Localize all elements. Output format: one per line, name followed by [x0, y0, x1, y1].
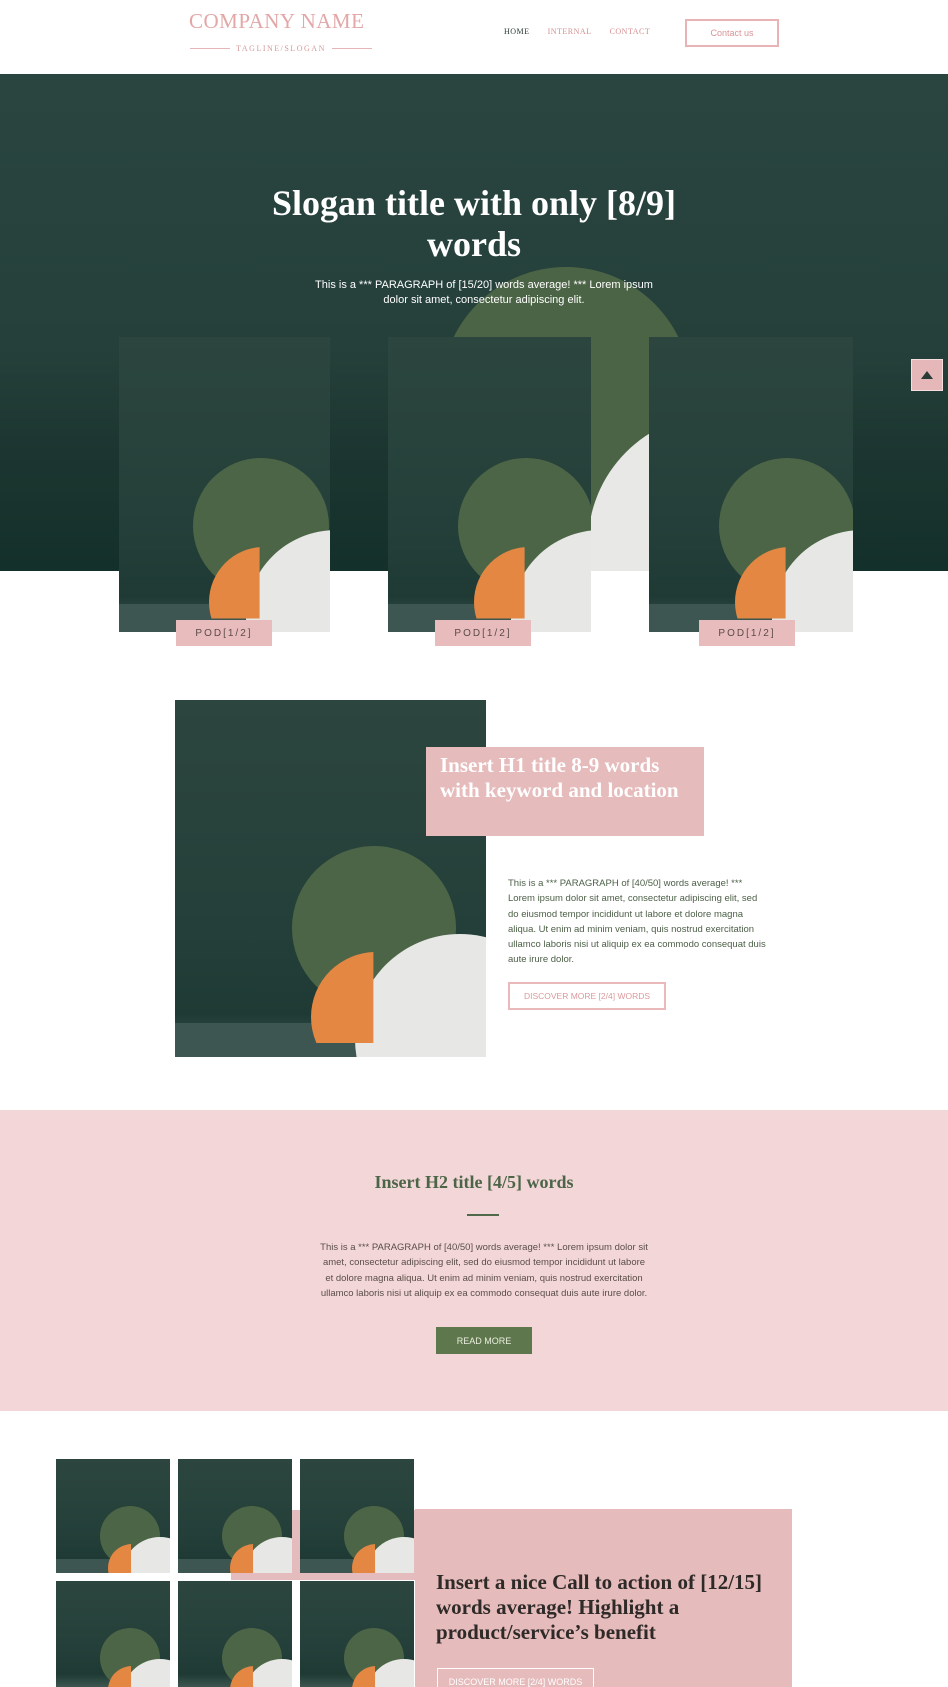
cta-discover-button[interactable]: DISCOVER MORE [2/4] WORDS: [437, 1668, 594, 1687]
hero-paragraph: This is a *** PARAGRAPH of [15/20] words…: [315, 279, 653, 306]
gallery-image-4[interactable]: [56, 1581, 170, 1687]
product-label-3[interactable]: POD[1/2]: [699, 620, 795, 646]
contact-us-button[interactable]: Contact us: [685, 19, 779, 47]
band-title: Insert H2 title [4/5] words: [374, 1172, 574, 1192]
nav-internal[interactable]: INTERNAL: [548, 27, 592, 36]
gallery-image-3[interactable]: [300, 1459, 414, 1573]
main-nav: HOME INTERNAL CONTACT: [504, 27, 650, 36]
tagline-divider: [331, 48, 372, 49]
band-divider: [467, 1214, 499, 1216]
arrow-up-icon: [921, 371, 933, 379]
hero-title: Slogan title with only [8/9] words: [271, 183, 676, 264]
tagline: TAGLINE/SLOGAN: [236, 44, 326, 53]
product-image-1[interactable]: [119, 337, 330, 632]
feature-title: Insert H1 title 8-9 words with keyword a…: [440, 753, 679, 802]
nav-contact[interactable]: CONTACT: [610, 27, 651, 36]
tagline-divider: [190, 48, 231, 49]
gallery-image-1[interactable]: [56, 1459, 170, 1573]
tagline-row: TAGLINE/SLOGAN: [190, 44, 372, 53]
gallery-image-5[interactable]: [178, 1581, 292, 1687]
product-label-2[interactable]: POD[1/2]: [435, 620, 531, 646]
company-name[interactable]: COMPANY NAME: [189, 9, 364, 34]
band-paragraph: This is a *** PARAGRAPH of [40/50] words…: [320, 1242, 648, 1299]
product-label-1[interactable]: POD[1/2]: [176, 620, 272, 646]
feature-discover-button[interactable]: DISCOVER MORE [2/4] WORDS: [508, 982, 666, 1010]
site-header: COMPANY NAME TAGLINE/SLOGAN HOME INTERNA…: [0, 0, 948, 74]
cta-title: Insert a nice Call to action of [12/15] …: [436, 1570, 763, 1644]
feature-title-box: Insert H1 title 8-9 words with keyword a…: [426, 747, 704, 836]
product-image-3[interactable]: [649, 337, 853, 632]
scroll-to-top-button[interactable]: [911, 359, 943, 391]
read-more-button[interactable]: READ MORE: [436, 1327, 532, 1354]
gallery-image-6[interactable]: [300, 1581, 414, 1687]
nav-home[interactable]: HOME: [504, 27, 530, 36]
gallery-image-2[interactable]: [178, 1459, 292, 1573]
product-image-2[interactable]: [388, 337, 591, 632]
feature-paragraph: This is a *** PARAGRAPH of [40/50] words…: [508, 878, 766, 966]
